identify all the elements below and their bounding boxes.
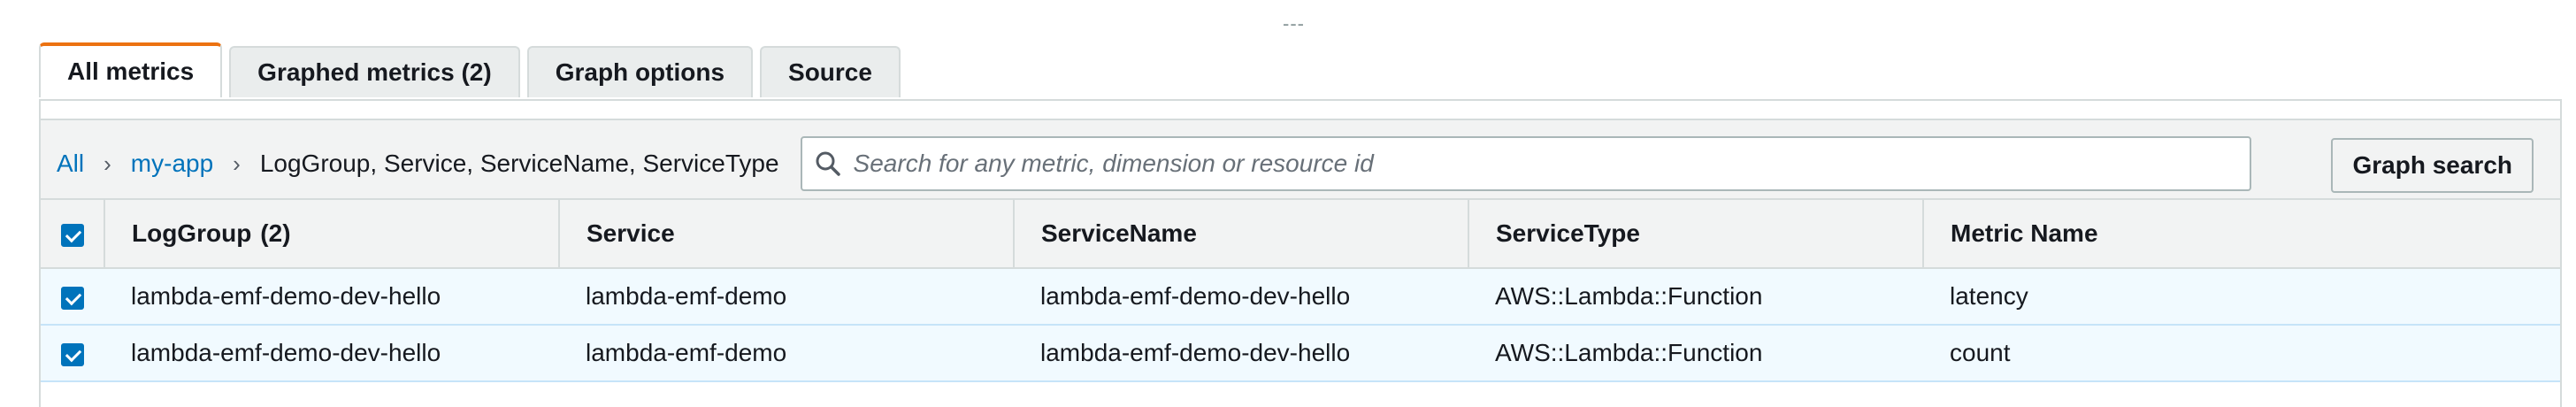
- tab-graphed-metrics[interactable]: Graphed metrics (2): [229, 46, 520, 97]
- metrics-toolbar: All › my-app › LogGroup, Service, Servic…: [41, 119, 2560, 207]
- cell-metric-name: count: [1923, 325, 2560, 382]
- chevron-right-icon: ›: [104, 150, 111, 177]
- column-header-label: LogGroup: [132, 219, 252, 247]
- row-checkbox[interactable]: [61, 286, 84, 310]
- row-select-cell: [41, 268, 104, 326]
- chevron-right-icon: ›: [233, 150, 241, 177]
- column-header-loggroup[interactable]: LogGroup (2): [104, 198, 560, 269]
- select-all-cell: [41, 198, 105, 269]
- column-header-servicetype[interactable]: ServiceType: [1468, 198, 1924, 269]
- cell-metric-name: latency: [1923, 268, 2560, 326]
- tab-all-metrics[interactable]: All metrics: [39, 42, 223, 97]
- cell-loggroup: lambda-emf-demo-dev-hello: [104, 325, 559, 382]
- cell-servicename: lambda-emf-demo-dev-hello: [1014, 325, 1468, 382]
- table-header-row: LogGroup (2) Service ServiceName ServiceT…: [41, 198, 2560, 269]
- select-all-checkbox[interactable]: [60, 223, 84, 247]
- row-checkbox[interactable]: [61, 342, 84, 366]
- cell-service: lambda-emf-demo: [559, 325, 1014, 382]
- tab-bar: All metrics Graphed metrics (2) Graph op…: [39, 42, 901, 97]
- row-select-cell: [41, 325, 104, 382]
- column-header-metric-name[interactable]: Metric Name: [1923, 198, 2560, 269]
- metric-search-box[interactable]: [800, 136, 2251, 191]
- all-metrics-panel: All › my-app › LogGroup, Service, Servic…: [39, 99, 2562, 407]
- table-row[interactable]: lambda-emf-demo-dev-hello lambda-emf-dem…: [41, 325, 2560, 382]
- tab-source[interactable]: Source: [760, 46, 901, 97]
- cell-loggroup: lambda-emf-demo-dev-hello: [104, 268, 559, 326]
- column-header-service[interactable]: Service: [559, 198, 1015, 269]
- tab-graph-options[interactable]: Graph options: [526, 46, 754, 97]
- cell-servicetype: AWS::Lambda::Function: [1468, 325, 1923, 382]
- panel-resize-handle[interactable]: ---: [1283, 12, 1305, 35]
- metrics-table: LogGroup (2) Service ServiceName ServiceT…: [41, 198, 2560, 382]
- search-icon: [816, 151, 840, 176]
- cell-servicetype: AWS::Lambda::Function: [1468, 268, 1923, 326]
- table-row[interactable]: lambda-emf-demo-dev-hello lambda-emf-dem…: [41, 268, 2560, 326]
- breadcrumb-namespace[interactable]: my-app: [131, 150, 213, 178]
- column-header-count: (2): [260, 219, 291, 247]
- breadcrumb-all[interactable]: All: [57, 150, 84, 178]
- column-header-servicename[interactable]: ServiceName: [1014, 198, 1469, 269]
- graph-search-button[interactable]: Graph search: [2331, 138, 2534, 193]
- cell-servicename: lambda-emf-demo-dev-hello: [1014, 268, 1468, 326]
- cell-service: lambda-emf-demo: [559, 268, 1014, 326]
- metric-search-input[interactable]: [851, 149, 2235, 179]
- breadcrumb-dimensions: LogGroup, Service, ServiceName, ServiceT…: [259, 150, 779, 177]
